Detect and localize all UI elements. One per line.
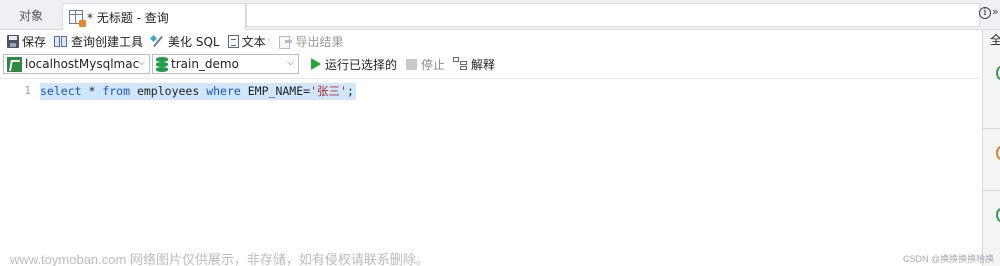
text-document-icon bbox=[227, 34, 239, 48]
chevron-down-icon: · bbox=[267, 36, 271, 46]
beautify-sql-button[interactable]: 美化 SQL bbox=[148, 31, 223, 51]
status-ring-icon bbox=[996, 146, 1000, 160]
query-toolbar: 保存 查询创建工具 美化 SQL 文本 · 导出结果 bbox=[0, 30, 980, 52]
database-select[interactable]: train_demo ⌵ bbox=[152, 54, 299, 74]
sql-editor[interactable]: 1 select * from employees where EMP_NAME… bbox=[0, 78, 980, 266]
sql-condition: EMP_NAME= bbox=[240, 84, 311, 98]
sql-keyword-select: select bbox=[40, 84, 82, 98]
chevron-down-icon: ⌵ bbox=[138, 58, 145, 68]
sql-string-literal: '张三' bbox=[310, 84, 347, 98]
query-table-icon bbox=[69, 10, 86, 27]
sql-keyword-where: where bbox=[206, 84, 241, 98]
side-panel-divider bbox=[982, 128, 1000, 129]
side-panel-label[interactable]: 全 bbox=[990, 31, 1000, 48]
connection-select[interactable]: localhostMysqlmac ⌵ bbox=[3, 54, 150, 74]
beautify-brush-icon bbox=[151, 35, 165, 48]
watermark-credit: CSDN @换换换换啥换 bbox=[903, 254, 995, 264]
status-ring-icon bbox=[996, 66, 1000, 80]
connection-name: localhostMysqlmac bbox=[25, 57, 140, 71]
query-builder-icon bbox=[54, 35, 68, 48]
stop-icon bbox=[406, 58, 418, 70]
code-line-selected[interactable]: select * from employees where EMP_NAME='… bbox=[40, 83, 356, 100]
chevron-down-icon: ⌵ bbox=[287, 58, 294, 68]
watermark-text: www.toymoban.com 网络图片仅供展示，非存储，如有侵权请联系删除。 bbox=[10, 252, 429, 266]
tab-strip-empty bbox=[246, 3, 980, 27]
tab-title: * 无标题 - 查询 bbox=[87, 10, 169, 25]
stop-button[interactable]: 停止 bbox=[403, 54, 448, 74]
export-icon bbox=[278, 35, 293, 49]
stop-label: 停止 bbox=[421, 57, 446, 72]
query-builder-label: 查询创建工具 bbox=[71, 34, 144, 49]
tab-untitled-query[interactable]: * 无标题 - 查询 bbox=[62, 3, 246, 30]
panel-toggle-icon[interactable]: » bbox=[992, 5, 999, 18]
run-selected-button[interactable]: 运行已选择的 bbox=[307, 54, 401, 74]
line-gutter: 1 bbox=[0, 79, 34, 266]
tab-bar: 对象 * 无标题 - 查询 i » bbox=[0, 0, 1000, 30]
database-name: train_demo bbox=[171, 57, 239, 71]
export-results-button[interactable]: 导出结果 bbox=[276, 31, 347, 51]
status-ring-icon bbox=[996, 208, 1000, 222]
explain-label: 解释 bbox=[471, 57, 496, 72]
save-icon bbox=[7, 34, 19, 48]
export-results-label: 导出结果 bbox=[295, 34, 344, 49]
sql-terminator: ; bbox=[346, 84, 354, 98]
tab-objects[interactable]: 对象 bbox=[0, 4, 62, 30]
mysql-connection-icon bbox=[7, 56, 22, 72]
explain-icon bbox=[453, 57, 468, 71]
sql-keyword-from: from bbox=[102, 84, 131, 98]
side-panel-divider bbox=[982, 190, 1000, 191]
connection-toolbar: localhostMysqlmac ⌵ train_demo ⌵ 运行已选择的 … bbox=[0, 52, 980, 76]
run-selected-label: 运行已选择的 bbox=[325, 57, 398, 72]
info-icon[interactable]: i bbox=[979, 7, 991, 19]
sql-table-name: employees bbox=[130, 84, 207, 98]
play-icon bbox=[311, 58, 321, 70]
line-number: 1 bbox=[24, 84, 31, 97]
database-icon bbox=[156, 56, 168, 72]
sql-star: * bbox=[81, 84, 103, 98]
text-label: 文本 bbox=[241, 34, 266, 49]
save-button[interactable]: 保存 bbox=[4, 31, 49, 51]
save-label: 保存 bbox=[22, 34, 47, 49]
beautify-sql-label: 美化 SQL bbox=[168, 34, 220, 49]
explain-button[interactable]: 解释 bbox=[450, 54, 498, 74]
query-builder-button[interactable]: 查询创建工具 bbox=[51, 31, 146, 51]
text-menu-button[interactable]: 文本 · bbox=[225, 31, 274, 51]
